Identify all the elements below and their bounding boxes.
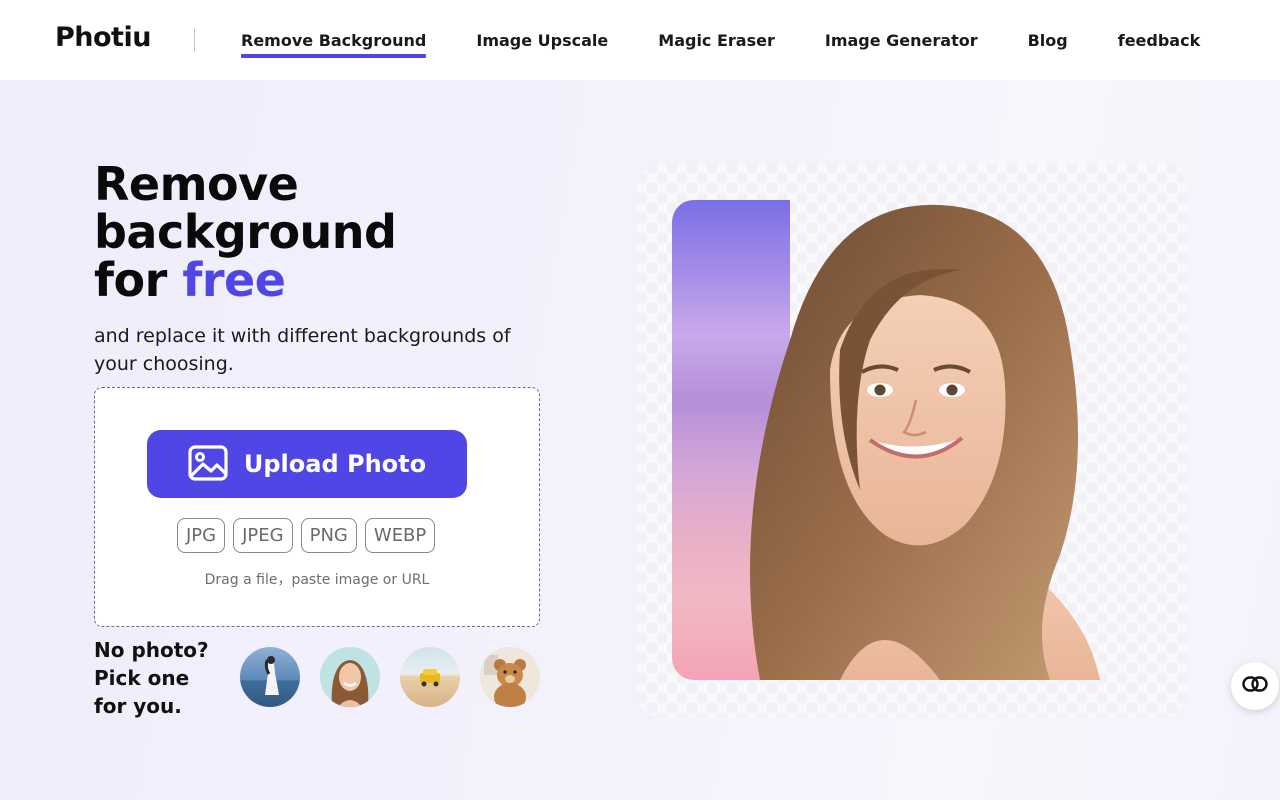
sample-prompt: No photo? Pick one for you. [94, 636, 234, 720]
hero-title: Remove background for free [94, 160, 514, 304]
upload-hint: Drag a file，paste image or URL [204, 572, 430, 588]
format-list: JPG JPEG PNG WEBP [177, 518, 436, 553]
nav-image-upscale[interactable]: Image Upscale [476, 0, 608, 80]
upload-photo-label: Upload Photo [243, 450, 427, 478]
hero-title-line2: background [94, 205, 397, 259]
hero-title-line3: for [94, 253, 167, 307]
showcase-portrait [690, 200, 1110, 681]
sample-woman-on-beach[interactable] [240, 647, 300, 707]
site-header: Photiu Remove Background Image Upscale M… [0, 0, 1280, 80]
sample-prompt-line1: No photo? [94, 638, 209, 662]
image-icon [188, 444, 228, 484]
upload-dropzone[interactable]: Upload Photo JPG JPEG PNG WEBP Drag a fi… [94, 387, 540, 627]
infinity-icon [1242, 675, 1268, 697]
nav-image-generator[interactable]: Image Generator [825, 0, 978, 80]
main-nav: Remove Background Image Upscale Magic Er… [241, 0, 1200, 80]
sample-images [240, 647, 540, 707]
format-badge-webp: WEBP [364, 518, 436, 553]
format-badge-jpeg: JPEG [233, 518, 293, 553]
sample-teddy-bear[interactable] [480, 647, 540, 707]
sample-prompt-line2: Pick one [94, 666, 190, 690]
sample-prompt-line3: for you. [94, 694, 182, 718]
nav-blog[interactable]: Blog [1028, 0, 1068, 80]
nav-feedback[interactable]: feedback [1118, 0, 1201, 80]
logo[interactable]: Photiu [55, 22, 151, 53]
assistant-fab[interactable] [1231, 662, 1279, 710]
nav-magic-eraser[interactable]: Magic Eraser [658, 0, 775, 80]
hero-subtitle: and replace it with different background… [94, 325, 511, 375]
nav-remove-background[interactable]: Remove Background [241, 0, 427, 80]
format-badge-jpg: JPG [177, 518, 226, 553]
hero-title-line1: Remove [94, 157, 299, 211]
sample-yellow-car-on-sand[interactable] [400, 647, 460, 707]
upload-photo-button[interactable]: Upload Photo [147, 430, 467, 498]
header-divider [194, 28, 195, 52]
sample-smiling-woman[interactable] [320, 647, 380, 707]
format-badge-png: PNG [300, 518, 357, 553]
hero-title-accent: free [182, 253, 286, 307]
